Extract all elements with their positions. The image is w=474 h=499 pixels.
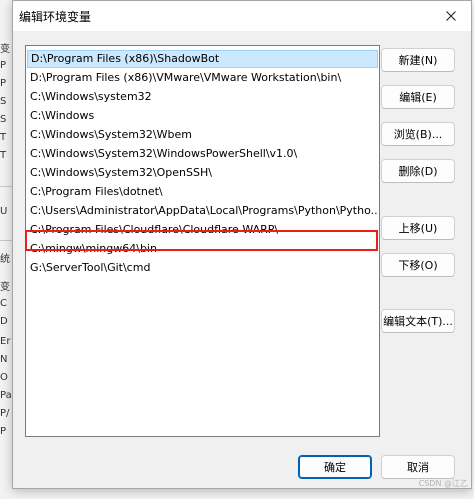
background-fragment: C xyxy=(0,298,7,309)
ok-button[interactable]: 确定 xyxy=(298,455,372,479)
dialog-title: 编辑环境变量 xyxy=(19,10,92,24)
background-fragment: P xyxy=(0,60,7,71)
path-list-item[interactable]: G:\ServerTool\Git\cmd xyxy=(27,259,378,277)
move-up-button[interactable]: 上移(U) xyxy=(381,216,455,240)
path-list-item[interactable]: D:\Program Files (x86)\ShadowBot xyxy=(27,50,378,68)
background-divider xyxy=(0,240,12,241)
background-fragment: O xyxy=(0,372,8,383)
background-fragment: Pa xyxy=(0,390,12,401)
background-divider xyxy=(0,186,12,187)
path-list-item[interactable]: C:\Program Files\dotnet\ xyxy=(27,183,378,201)
path-list-item-mingw[interactable]: C:\mingw\mingw64\bin xyxy=(27,240,378,258)
delete-button[interactable]: 删除(D) xyxy=(381,159,455,183)
background-fragment: 统 xyxy=(0,254,10,265)
close-icon xyxy=(446,11,456,21)
new-button[interactable]: 新建(N) xyxy=(381,48,455,72)
path-list-item[interactable]: C:\Windows\System32\Wbem xyxy=(27,126,378,144)
path-list-item[interactable]: C:\Program Files\Cloudflare\Cloudflare W… xyxy=(27,221,378,239)
background-fragment: N xyxy=(0,354,8,365)
path-list-item[interactable]: C:\Windows xyxy=(27,107,378,125)
background-fragment: U xyxy=(0,206,8,217)
close-button[interactable] xyxy=(431,1,471,31)
background-fragment: D xyxy=(0,316,8,327)
background-fragment: Er xyxy=(0,336,11,347)
path-list-item[interactable]: C:\Windows\System32\WindowsPowerShell\v1… xyxy=(27,145,378,163)
edit-text-button[interactable]: 编辑文本(T)... xyxy=(381,309,455,333)
path-list-item[interactable]: C:\Users\Administrator\AppData\Local\Pro… xyxy=(27,202,378,220)
background-fragment: T xyxy=(0,132,7,143)
background-fragment: 变 xyxy=(0,44,10,55)
path-list[interactable]: D:\Program Files (x86)\ShadowBot D:\Prog… xyxy=(25,45,380,437)
background-fragment: P/ xyxy=(0,408,10,419)
move-down-button[interactable]: 下移(O) xyxy=(381,253,455,277)
background-fragment: 变 xyxy=(0,282,10,293)
path-list-item[interactable]: D:\Program Files (x86)\VMware\VMware Wor… xyxy=(27,69,378,87)
background-fragment: P xyxy=(0,78,7,89)
edit-env-var-dialog: 编辑环境变量 D:\Program Files (x86)\ShadowBot … xyxy=(12,0,472,489)
browse-button[interactable]: 浏览(B)... xyxy=(381,122,455,146)
background-fragment: P xyxy=(0,426,7,437)
watermark: CSDN @江乙 xyxy=(418,479,468,488)
dialog-titlebar: 编辑环境变量 xyxy=(13,1,471,31)
background-window-bottom xyxy=(0,489,474,499)
path-list-item[interactable]: C:\Windows\system32 xyxy=(27,88,378,106)
background-fragment: T xyxy=(0,150,7,161)
background-fragment: S xyxy=(0,114,7,125)
background-fragment: S xyxy=(0,96,7,107)
edit-button[interactable]: 编辑(E) xyxy=(381,85,455,109)
cancel-button[interactable]: 取消 xyxy=(381,455,455,479)
path-list-item[interactable]: C:\Windows\System32\OpenSSH\ xyxy=(27,164,378,182)
